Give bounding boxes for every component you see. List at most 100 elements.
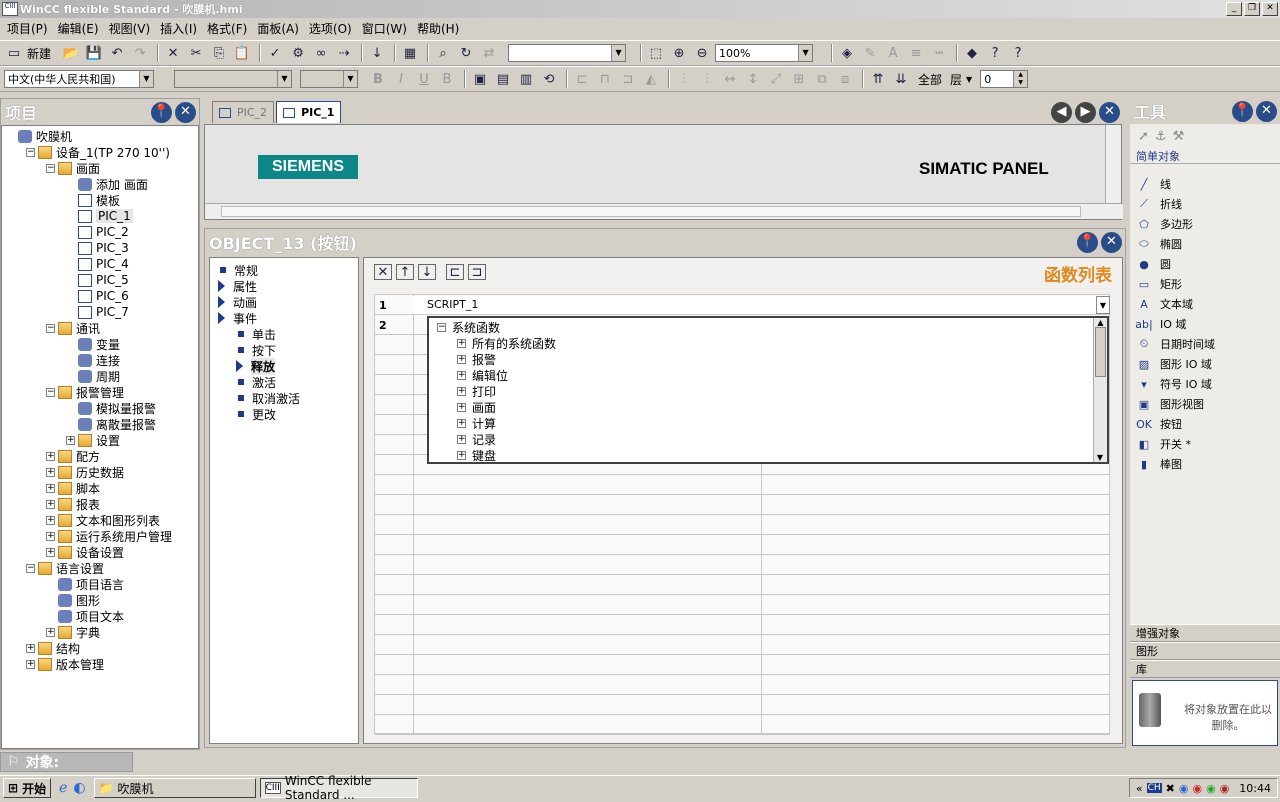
tree-item[interactable]: 变量 xyxy=(6,336,198,352)
paste-icon[interactable]: 📋 xyxy=(232,44,252,62)
tree-item[interactable]: − 设备_1(TP 270 10'') xyxy=(6,144,198,160)
restore-button[interactable]: ❐ xyxy=(1244,2,1260,16)
tree-item[interactable]: + 结构 xyxy=(6,640,198,656)
delete-row-icon[interactable]: ✕ xyxy=(374,264,392,280)
tray-app-icon[interactable]: ◉ xyxy=(1220,782,1230,795)
tree-item[interactable]: + 字典 xyxy=(6,624,198,640)
collapse-icon[interactable]: − xyxy=(437,322,446,332)
tool-item[interactable]: ⬭ 椭圆 xyxy=(1130,234,1280,254)
align-right-icon[interactable]: ⊐ xyxy=(618,70,638,88)
download-icon[interactable]: ↓ xyxy=(367,44,387,62)
dropdown-scrollbar[interactable]: ▲ ▼ xyxy=(1093,318,1107,462)
table-row[interactable] xyxy=(375,515,1110,535)
tab-next-icon[interactable]: ▶ xyxy=(1075,102,1096,123)
expand-icon[interactable]: + xyxy=(46,467,55,477)
collapse-icon[interactable]: ⊏ xyxy=(446,264,464,280)
table-row[interactable] xyxy=(375,715,1110,735)
canvas-hscroll[interactable] xyxy=(205,203,1123,219)
minimize-button[interactable]: _ xyxy=(1226,2,1242,16)
collapse-icon[interactable]: − xyxy=(26,147,35,157)
tree-item[interactable]: PIC_6 xyxy=(6,288,198,304)
table-row[interactable]: 2 xyxy=(375,315,413,335)
expand-icon[interactable]: + xyxy=(457,418,466,428)
tree-item[interactable]: PIC_1 xyxy=(6,208,198,224)
table-row[interactable] xyxy=(375,695,1110,715)
tool-item[interactable]: A 文本域 xyxy=(1130,294,1280,314)
event-nav-item[interactable]: 单击 xyxy=(214,326,358,342)
tool-item[interactable]: ▨ 图形 IO 域 xyxy=(1130,354,1280,374)
taskbar-wincc[interactable]: CIII WinCC flexible Standard ... xyxy=(259,774,418,802)
tree-item[interactable]: 项目语言 xyxy=(6,576,198,592)
font-color-icon[interactable]: A xyxy=(883,44,903,62)
expand-icon[interactable]: + xyxy=(457,402,466,412)
event-nav-item[interactable]: 按下 xyxy=(214,342,358,358)
event-nav-item[interactable]: 常规 xyxy=(214,262,358,278)
context-help-icon[interactable]: ? xyxy=(1008,44,1028,62)
function-tree-item[interactable]: + 编辑位 xyxy=(437,367,1107,383)
tree-item[interactable]: + 历史数据 xyxy=(6,464,198,480)
enhanced-objects-header[interactable]: 增强对象 xyxy=(1130,624,1280,642)
line-color-icon[interactable]: ✎ xyxy=(860,44,880,62)
event-nav-item[interactable]: 事件 xyxy=(214,310,358,326)
table-row[interactable] xyxy=(375,655,1110,675)
menu-insert[interactable]: 插入(I) xyxy=(157,20,204,37)
tree-item[interactable]: PIC_3 xyxy=(6,240,198,256)
tree-item[interactable]: + 运行系统用户管理 xyxy=(6,528,198,544)
distribute-v-icon[interactable]: ⫶ xyxy=(697,70,717,88)
tool-item[interactable]: ab| IO 域 xyxy=(1130,314,1280,334)
menu-format[interactable]: 格式(F) xyxy=(204,20,254,37)
table-row[interactable] xyxy=(375,475,1110,495)
check-icon[interactable]: ✓ xyxy=(265,44,285,62)
library-header[interactable]: 库 xyxy=(1130,660,1280,678)
zoom-out-icon[interactable]: ⊖ xyxy=(692,44,712,62)
expand-icon[interactable]: ⊐ xyxy=(468,264,486,280)
expand-icon[interactable]: + xyxy=(26,659,35,669)
expand-icon[interactable]: + xyxy=(66,435,75,445)
menu-project[interactable]: 项目(P) xyxy=(4,20,55,37)
collapse-icon[interactable]: − xyxy=(46,163,55,173)
expand-icon[interactable]: + xyxy=(26,643,35,653)
library-icon[interactable]: ◆ xyxy=(962,44,982,62)
replace-icon[interactable]: ⇄ xyxy=(479,44,499,62)
font-size-select[interactable]: ▼ xyxy=(300,70,358,88)
same-size-icon[interactable]: ⤢ xyxy=(766,70,786,88)
expand-icon[interactable]: + xyxy=(46,499,55,509)
function-tree-item[interactable]: + 打印 xyxy=(437,383,1107,399)
expand-icon[interactable]: + xyxy=(457,450,466,460)
compile-icon[interactable]: ⚙ xyxy=(288,44,308,62)
expand-icon[interactable]: + xyxy=(457,434,466,444)
event-nav-item[interactable]: 动画 xyxy=(214,294,358,310)
tree-item[interactable]: 添加 画面 xyxy=(6,176,198,192)
table-row[interactable] xyxy=(375,675,1110,695)
tray-app-icon[interactable]: ◉ xyxy=(1206,782,1216,795)
event-nav-item[interactable]: 取消激活 xyxy=(214,390,358,406)
open-icon[interactable]: 📂 xyxy=(61,44,81,62)
canvas-vscroll[interactable] xyxy=(1105,125,1121,203)
tree-item[interactable]: 离散量报警 xyxy=(6,416,198,432)
tree-item[interactable]: + 设置 xyxy=(6,432,198,448)
flip-icon[interactable]: ◭ xyxy=(641,70,661,88)
expand-icon[interactable]: + xyxy=(457,338,466,348)
function-dropdown-button[interactable]: ▼ xyxy=(1096,296,1110,314)
close-icon[interactable]: ✕ xyxy=(175,101,196,123)
table-row[interactable] xyxy=(375,535,1110,555)
tool-item[interactable]: ╱ 线 xyxy=(1130,174,1280,194)
collapse-icon[interactable]: − xyxy=(26,563,35,573)
screen-canvas[interactable]: SIEMENS SIMATIC PANEL xyxy=(204,124,1123,220)
table-row[interactable] xyxy=(375,495,1110,515)
zoom-select[interactable]: 100% ▼ xyxy=(715,44,814,62)
transfer-icon[interactable]: ⇢ xyxy=(334,44,354,62)
front-icon[interactable]: ⧉ xyxy=(812,70,832,88)
tree-item[interactable]: PIC_5 xyxy=(6,272,198,288)
expand-icon[interactable]: + xyxy=(457,386,466,396)
pointer-icon[interactable]: ➚ xyxy=(1138,129,1149,144)
expand-icon[interactable]: + xyxy=(46,483,55,493)
link-icon[interactable]: ∞ xyxy=(311,44,331,62)
tree-item[interactable]: + 文本和图形列表 xyxy=(6,512,198,528)
all-layers-label[interactable]: 全部 xyxy=(918,71,942,88)
tool-item[interactable]: ⬠ 多边形 xyxy=(1130,214,1280,234)
tree-item[interactable]: + 配方 xyxy=(6,448,198,464)
tree-item[interactable]: − 报警管理 xyxy=(6,384,198,400)
center-icon[interactable]: ⊞ xyxy=(789,70,809,88)
expand-icon[interactable]: + xyxy=(46,627,55,637)
